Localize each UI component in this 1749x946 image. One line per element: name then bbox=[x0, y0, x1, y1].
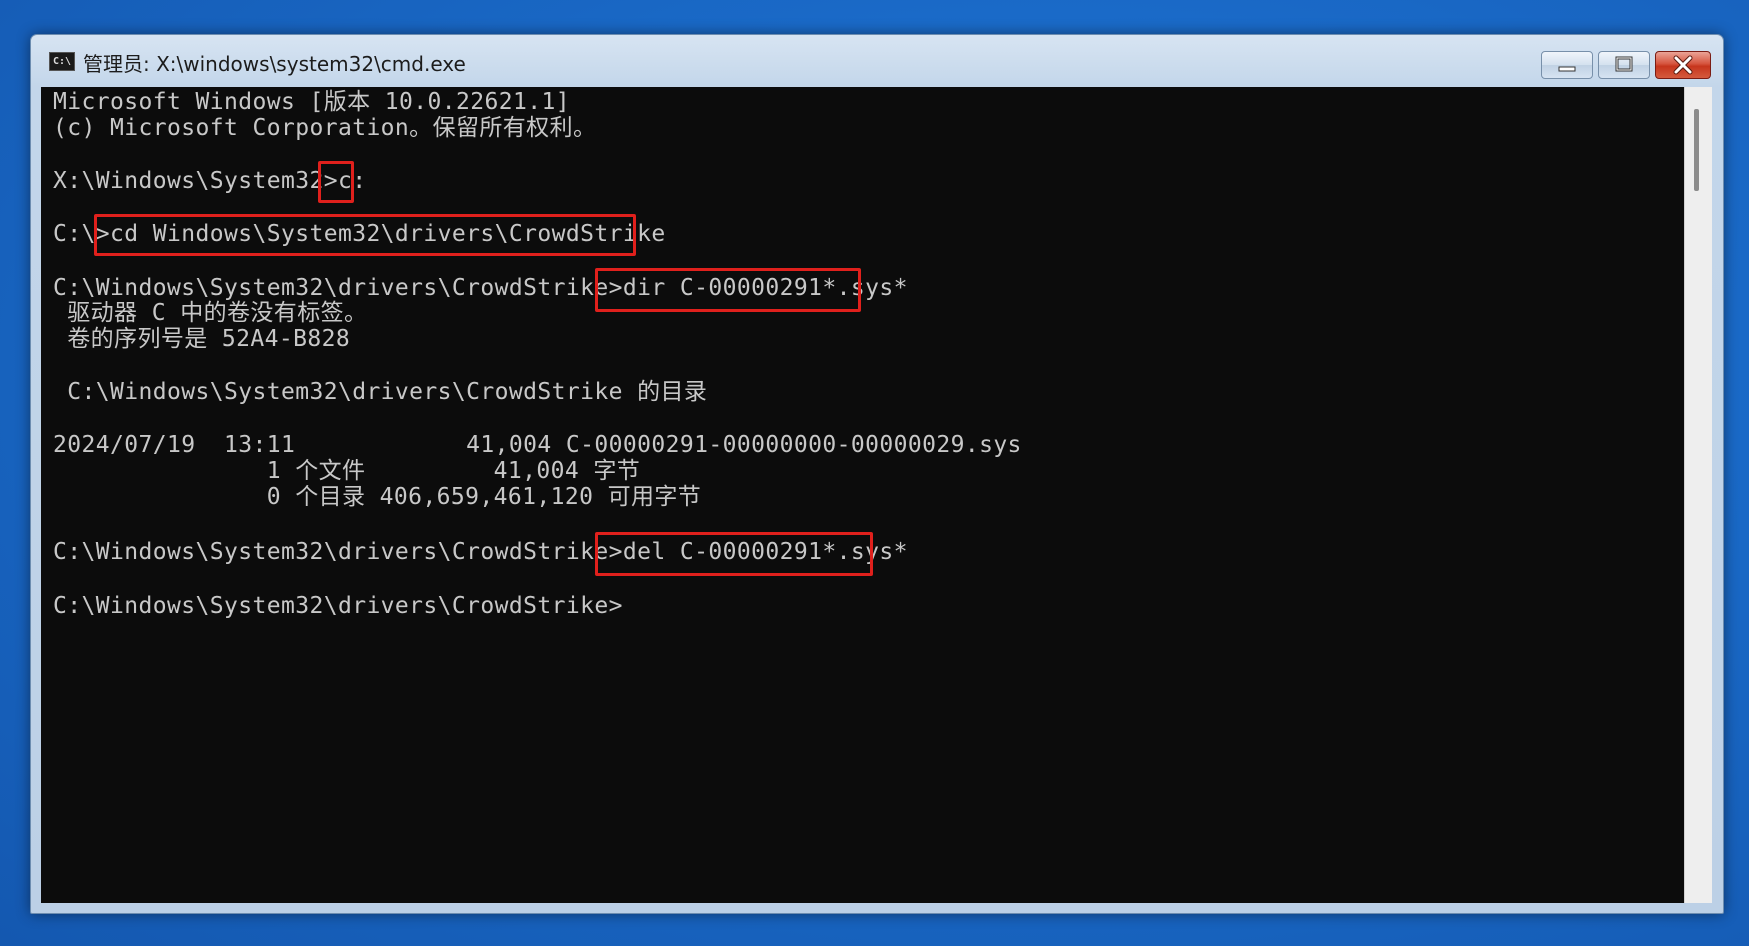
console-line-version: Microsoft Windows [版本 10.0.22621.1] bbox=[53, 89, 570, 115]
console-line-output: C:\Windows\System32\drivers\CrowdStrike … bbox=[53, 379, 708, 405]
maximize-button[interactable] bbox=[1598, 51, 1650, 79]
cmd-icon: C:\ bbox=[49, 52, 75, 71]
scrollbar-thumb[interactable] bbox=[1694, 109, 1699, 191]
console-line-summary: 0 个目录 406,659,461,120 可用字节 bbox=[53, 484, 702, 510]
maximize-icon bbox=[1615, 56, 1633, 72]
minimize-icon bbox=[1558, 66, 1576, 72]
highlight-box-del-command bbox=[595, 532, 873, 576]
window-title: 管理员: X:\windows\system32\cmd.exe bbox=[83, 52, 466, 76]
console-line-file-entry: 2024/07/19 13:11 41,004 C-00000291-00000… bbox=[53, 432, 1022, 458]
highlight-box-c-command bbox=[318, 161, 354, 203]
console-line-output: 卷的序列号是 52A4-B828 bbox=[53, 326, 351, 352]
console-line-prompt: C:\Windows\System32\drivers\CrowdStrike> bbox=[53, 593, 623, 619]
console-line-copyright: (c) Microsoft Corporation。保留所有权利。 bbox=[53, 115, 597, 141]
highlight-box-cd-command bbox=[94, 214, 636, 256]
console-output[interactable]: Microsoft Windows [版本 10.0.22621.1] (c) … bbox=[41, 87, 1684, 903]
close-icon bbox=[1673, 55, 1693, 75]
close-button[interactable] bbox=[1655, 51, 1711, 79]
vertical-scrollbar[interactable] bbox=[1684, 87, 1712, 903]
cmd-window: C:\ 管理员: X:\windows\system32\cmd.exe Mic… bbox=[30, 34, 1724, 914]
console-line-summary: 1 个文件 41,004 字节 bbox=[53, 458, 641, 484]
title-bar[interactable]: C:\ 管理员: X:\windows\system32\cmd.exe bbox=[31, 35, 1723, 85]
minimize-button[interactable] bbox=[1541, 51, 1593, 79]
console-line-output: 驱动器 C 中的卷没有标签。 bbox=[53, 300, 368, 326]
highlight-box-dir-command bbox=[595, 268, 861, 312]
